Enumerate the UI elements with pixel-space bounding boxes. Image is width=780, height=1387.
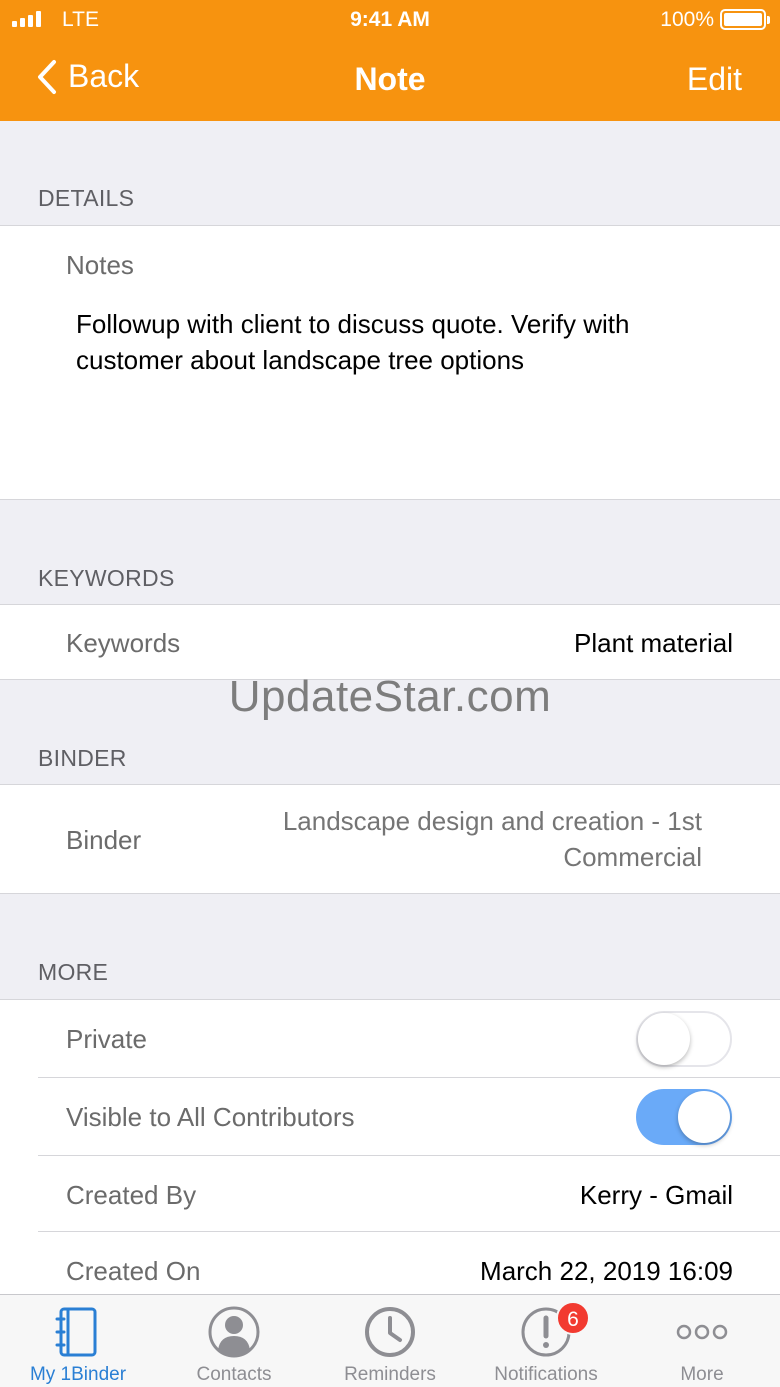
notification-badge: 6 — [556, 1301, 590, 1335]
tab-contacts[interactable]: Contacts — [156, 1295, 312, 1387]
clock-icon — [365, 1307, 415, 1357]
tab-notifications[interactable]: 6 Notifications — [468, 1295, 624, 1387]
binder-value: Landscape design and creation - 1st Comm… — [282, 806, 702, 872]
tab-label: Contacts — [196, 1364, 272, 1385]
private-toggle[interactable] — [636, 1011, 732, 1067]
keywords-label: Keywords — [66, 628, 181, 658]
tab-reminders[interactable]: Reminders — [312, 1295, 468, 1387]
created-by-label: Created By — [66, 1180, 197, 1210]
tab-more[interactable]: More — [624, 1295, 780, 1387]
edit-button[interactable]: Edit — [687, 61, 742, 98]
keywords-section-header: KEYWORDS — [38, 565, 175, 591]
battery-icon — [720, 9, 770, 30]
created-by-value: Kerry - Gmail — [579, 1180, 733, 1210]
private-row: Private — [0, 1000, 780, 1078]
watermark: UpdateStar.com — [228, 672, 552, 721]
page-title: Note — [354, 61, 426, 97]
more-section-header: MORE — [38, 959, 109, 985]
visible-row: Visible to All Contributors — [0, 1078, 780, 1156]
details-section-header: DETAILS — [38, 185, 135, 211]
binder-row[interactable]: Binder Landscape design and creation - 1… — [0, 784, 780, 894]
visible-toggle[interactable] — [636, 1089, 732, 1145]
created-by-row: Created By Kerry - Gmail — [0, 1156, 780, 1232]
tab-label: Notifications — [494, 1364, 598, 1385]
person-icon — [208, 1306, 260, 1358]
binder-icon — [55, 1307, 97, 1357]
navigation-bar: Back Note Edit — [0, 40, 780, 121]
tab-label: My 1Binder — [29, 1364, 127, 1385]
binder-label: Binder — [66, 825, 142, 855]
status-bar: LTE 9:41 AM 100% — [0, 0, 780, 40]
keywords-value: Plant material — [574, 628, 733, 658]
visible-label: Visible to All Contributors — [66, 1102, 355, 1132]
battery-percent: 100% — [660, 8, 714, 31]
created-on-label: Created On — [66, 1256, 201, 1286]
private-label: Private — [66, 1024, 147, 1054]
more-card: Private Visible to All Contributors Crea… — [0, 999, 780, 1309]
tab-label: Reminders — [344, 1364, 436, 1385]
tab-bar: My 1Binder Contacts Reminders 6 Notifica… — [0, 1294, 780, 1387]
binder-section-header: BINDER — [38, 745, 127, 771]
notes-text[interactable]: Followup with client to discuss quote. V… — [76, 306, 716, 378]
tab-my-1binder[interactable]: My 1Binder — [0, 1295, 156, 1387]
notes-card[interactable]: Notes Followup with client to discuss qu… — [0, 225, 780, 500]
more-dots-icon — [676, 1324, 728, 1340]
tab-label: More — [680, 1364, 724, 1385]
keywords-row[interactable]: Keywords Plant material — [0, 604, 780, 680]
notes-label: Notes — [66, 250, 134, 280]
created-on-value: March 22, 2019 16:09 — [480, 1256, 733, 1286]
